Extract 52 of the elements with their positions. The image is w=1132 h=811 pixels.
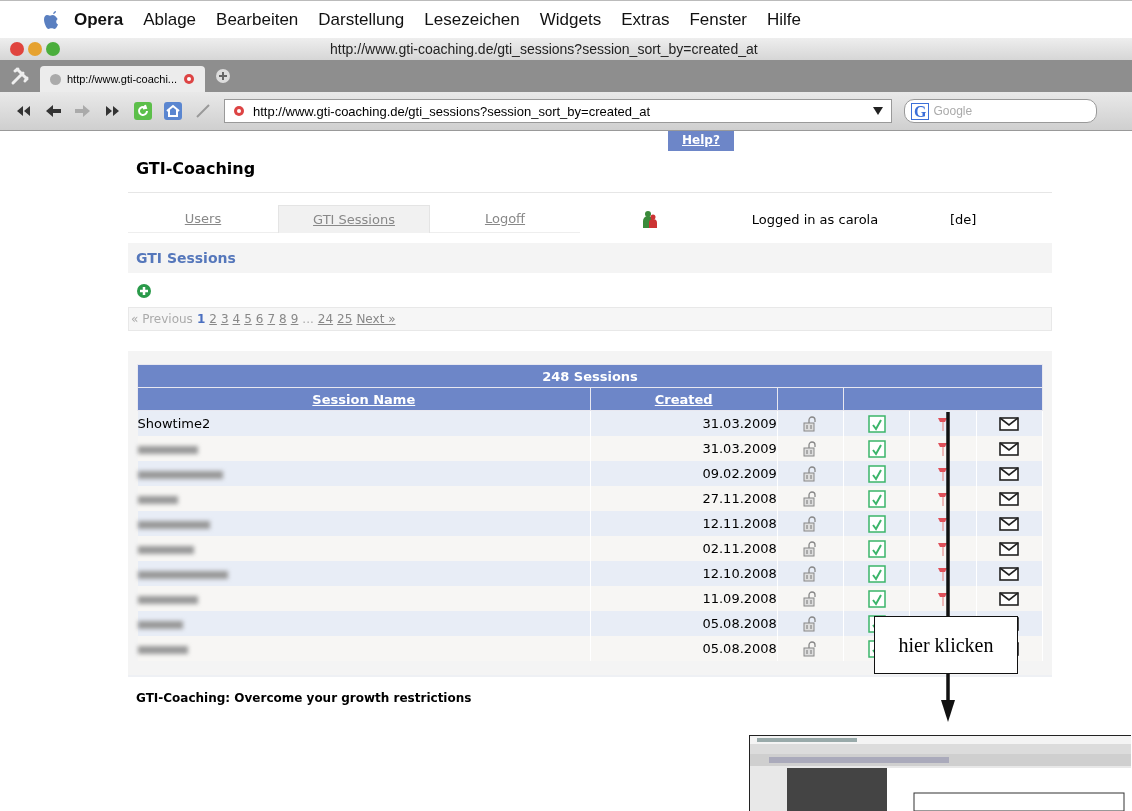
table-caption: 248 Sessions xyxy=(137,364,1043,388)
table-cell: 27.11.2008 xyxy=(702,491,777,506)
page-link[interactable]: 2 xyxy=(209,312,217,326)
section-title: GTI Sessions xyxy=(128,243,1052,273)
table-cell: 05.08.2008 xyxy=(702,616,777,631)
help-button[interactable]: Help? xyxy=(668,131,734,151)
nav-tab[interactable]: Logoff xyxy=(430,205,580,233)
table-cell: 02.11.2008 xyxy=(702,541,777,556)
table-cell: 12.11.2008 xyxy=(702,516,777,531)
menu-item[interactable]: Hilfe xyxy=(767,9,802,30)
page-link[interactable]: 9 xyxy=(290,312,299,326)
page-link[interactable]: 4 xyxy=(232,312,241,326)
menu-item[interactable]: Fenster xyxy=(689,9,748,30)
page-link[interactable]: Next » xyxy=(356,312,396,326)
logged-in-text: Logged in as carola xyxy=(750,211,880,227)
menu-item[interactable]: Darstellung xyxy=(318,9,405,30)
search-field[interactable]: G Google xyxy=(904,99,1097,123)
table-cell: Showtime2 xyxy=(137,416,211,431)
menu-item[interactable]: Extras xyxy=(621,9,670,30)
browser-tab[interactable]: http://www.gti-coachi... xyxy=(40,66,206,92)
table-cell: 12.10.2008 xyxy=(702,566,777,581)
tab-title: http://www.gti-coachi... xyxy=(67,73,178,85)
column-header[interactable]: Created xyxy=(590,387,778,411)
page-link[interactable]: 3 xyxy=(220,312,229,326)
menu-item[interactable]: Opera xyxy=(74,9,124,30)
page-link[interactable]: 7 xyxy=(267,312,276,326)
page-link[interactable]: 8 xyxy=(279,312,287,326)
column-header[interactable]: Session Name xyxy=(137,387,591,411)
current-page[interactable]: 1 xyxy=(196,312,206,326)
table-cell: 05.08.2008 xyxy=(702,641,777,656)
search-engine-logo: G xyxy=(911,102,930,120)
site-title: GTI-Coaching xyxy=(128,155,1052,193)
table-cell: 31.03.2009 xyxy=(702,441,777,456)
window-title: http://www.gti-coaching.de/gti_sessions?session_sort_by=created_at xyxy=(330,41,758,57)
page-link: « Previous xyxy=(131,312,193,326)
table-cell: 09.02.2009 xyxy=(702,466,777,481)
table-cell: 11.09.2008 xyxy=(702,591,777,606)
click-hint-tooltip: hier klicken xyxy=(874,616,1018,674)
page-link: ... xyxy=(302,312,314,326)
nav-tab[interactable]: GTI Sessions xyxy=(278,205,430,233)
menu-item[interactable]: Ablage xyxy=(143,9,197,30)
table-cell: 31.03.2009 xyxy=(702,416,777,431)
address-field[interactable]: http://www.gti-coaching.de/gti_sessions?session_sort_by=created_at xyxy=(224,99,892,123)
menu-item[interactable]: Bearbeiten xyxy=(216,9,299,30)
menu-item[interactable]: Widgets xyxy=(539,9,602,30)
page-link[interactable]: 24 xyxy=(317,312,334,326)
language-link[interactable]: [de] xyxy=(950,211,977,227)
page-link[interactable]: 25 xyxy=(337,312,353,326)
page-link[interactable]: 5 xyxy=(244,312,252,326)
page-link[interactable]: 6 xyxy=(255,312,264,326)
footer-text: GTI-Coaching: Overcome your growth restrictions xyxy=(135,690,473,707)
menu-item[interactable]: Lesezeichen xyxy=(424,9,520,30)
